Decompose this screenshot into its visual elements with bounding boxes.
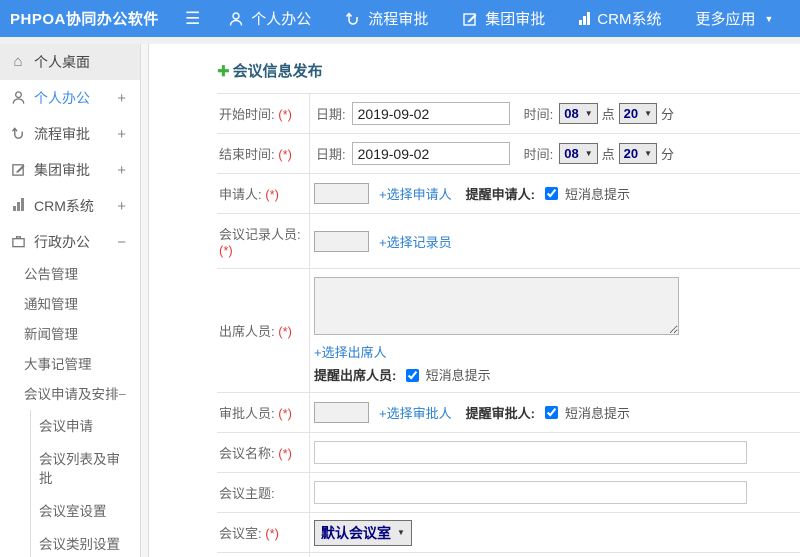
collapse-icon[interactable]: − — [117, 234, 126, 251]
form-row-applicant: 申请人: (*) +选择申请人 提醒申请人: 短消息提示 — [217, 174, 800, 214]
end-date-input[interactable] — [351, 142, 510, 165]
edit-icon — [462, 11, 478, 27]
topnav-label: 个人办公 — [251, 11, 312, 28]
chevron-down-icon: ▼ — [584, 109, 593, 118]
chevron-down-icon: ▼ — [644, 109, 653, 118]
home-icon: ⌂ — [13, 53, 23, 70]
top-nav: 个人办公 流程审批 集团审批 CRM系统 更多应用 ▼ — [228, 8, 773, 29]
topnav-group-approval[interactable]: 集团审批 — [462, 8, 545, 29]
attendees-textarea[interactable] — [314, 277, 679, 335]
required-star: (*) — [278, 446, 292, 461]
required-star: (*) — [265, 526, 279, 541]
topnav-personal-office[interactable]: 个人办公 — [228, 8, 311, 29]
topnav-more-apps[interactable]: 更多应用 ▼ — [695, 8, 773, 29]
applicant-sms-checkbox[interactable] — [544, 187, 558, 200]
expand-icon[interactable]: + — [117, 162, 126, 179]
start-date-input[interactable] — [351, 102, 510, 125]
form-row-recorder: 会议记录人员: (*) +选择记录员 — [217, 214, 800, 269]
applicant-input[interactable] — [314, 183, 369, 204]
form-row-meeting-category: 会议类别: 默认会议类别▼ — [217, 553, 800, 557]
meeting-form: 开始时间: (*) 日期: 时间: 08▼ 点 20▼ 分 结束时间: (*) … — [217, 93, 800, 557]
required-star: (*) — [278, 147, 292, 162]
choose-attendees-link[interactable]: +选择出席人 — [314, 345, 387, 360]
attendees-sms-checkbox[interactable] — [405, 369, 419, 382]
sidebar: ⌂ 个人桌面 个人办公 + 流程审批 + 集团审批 + CRM系统 + 行政办公… — [0, 44, 140, 557]
sidebar-item-events-mgmt[interactable]: 大事记管理 — [0, 350, 140, 380]
expand-icon[interactable]: + — [117, 90, 126, 107]
recorder-input[interactable] — [314, 230, 369, 252]
chevron-down-icon: ▼ — [397, 528, 405, 537]
sidebar-item-announcement-mgmt[interactable]: 公告管理 — [0, 260, 140, 290]
collapse-icon[interactable]: − — [119, 387, 127, 402]
main-content: ✚ 会议信息发布 开始时间: (*) 日期: 时间: 08▼ 点 20▼ 分 结… — [151, 44, 800, 557]
sidebar-item-admin-office[interactable]: 行政办公 − — [0, 224, 140, 260]
sidebar-item-meeting-list-approval[interactable]: 会议列表及审批 — [31, 443, 131, 495]
form-row-meeting-topic: 会议主题: — [217, 473, 800, 513]
topnav-workflow-approval[interactable]: 流程审批 — [345, 8, 428, 29]
sidebar-item-desktop[interactable]: ⌂ 个人桌面 — [0, 44, 140, 80]
app-logo: PHPOA协同办公软件 — [10, 11, 159, 28]
form-row-approver: 审批人员: (*) +选择审批人 提醒审批人: 短消息提示 — [217, 393, 800, 433]
chevron-down-icon: ▼ — [644, 149, 653, 158]
meeting-room-select[interactable]: 默认会议室 ▼ — [314, 519, 412, 546]
menu-icon[interactable]: ☰ — [185, 9, 200, 29]
sidebar-item-group-approval[interactable]: 集团审批 + — [0, 152, 140, 188]
start-hour-select[interactable]: 08 ▼ — [559, 103, 598, 124]
briefcase-icon — [10, 234, 26, 250]
choose-recorder-link[interactable]: +选择记录员 — [379, 232, 452, 251]
sidebar-item-notice-mgmt[interactable]: 通知管理 — [0, 290, 140, 320]
meeting-topic-input[interactable] — [314, 481, 747, 504]
app-window: PHPOA协同办公软件 ☰ 个人办公 流程审批 集团审批 CRM系统 更多应用 … — [0, 0, 800, 557]
required-star: (*) — [265, 187, 279, 202]
approver-input[interactable] — [314, 402, 369, 423]
page-title: ✚ 会议信息发布 — [217, 62, 323, 81]
sidebar-item-meeting-room-settings[interactable]: 会议室设置 — [31, 495, 131, 528]
end-hour-select[interactable]: 08 ▼ — [559, 143, 598, 164]
sidebar-item-meeting-request[interactable]: 会议申请 — [31, 410, 131, 443]
required-star: (*) — [219, 243, 233, 258]
topnav-label: CRM系统 — [597, 11, 662, 28]
sidebar-item-crm[interactable]: CRM系统 + — [0, 188, 140, 224]
chart-icon — [579, 12, 591, 25]
required-star: (*) — [278, 107, 292, 122]
topnav-crm-system[interactable]: CRM系统 — [579, 8, 661, 29]
meeting-name-input[interactable] — [314, 441, 747, 464]
sidebar-item-workflow-approval[interactable]: 流程审批 + — [0, 116, 140, 152]
form-row-start-time: 开始时间: (*) 日期: 时间: 08▼ 点 20▼ 分 — [217, 94, 800, 134]
topnav-label: 更多应用 — [695, 11, 756, 28]
sidebar-subgroup-meeting: 会议申请 会议列表及审批 会议室设置 会议类别设置 — [30, 410, 140, 557]
person-icon — [228, 11, 244, 27]
person-icon — [10, 90, 26, 106]
chart-icon — [10, 198, 26, 214]
sidebar-item-news-mgmt[interactable]: 新闻管理 — [0, 320, 140, 350]
choose-applicant-link[interactable]: +选择申请人 — [379, 184, 452, 203]
start-minute-select[interactable]: 20 ▼ — [618, 103, 658, 124]
expand-icon[interactable]: + — [117, 126, 126, 143]
form-row-meeting-room: 会议室: (*) 默认会议室 ▼ — [217, 513, 800, 553]
form-row-meeting-name: 会议名称: (*) — [217, 433, 800, 473]
top-bar: PHPOA协同办公软件 ☰ 个人办公 流程审批 集团审批 CRM系统 更多应用 … — [0, 0, 800, 37]
expand-icon[interactable]: + — [117, 198, 126, 215]
sidebar-item-meeting-request-group[interactable]: 会议申请及安排− — [0, 380, 140, 410]
flow-icon — [10, 126, 26, 142]
choose-approver-link[interactable]: +选择审批人 — [379, 403, 452, 422]
end-minute-select[interactable]: 20 ▼ — [618, 143, 658, 164]
edit-icon — [10, 162, 26, 178]
form-row-attendees: 出席人员: (*) +选择出席人 提醒出席人员: 短消息提示 — [217, 269, 800, 393]
topnav-label: 集团审批 — [485, 11, 546, 28]
sidebar-item-meeting-category-settings[interactable]: 会议类别设置 — [31, 528, 131, 557]
required-star: (*) — [278, 406, 292, 421]
chevron-down-icon: ▼ — [584, 149, 593, 158]
approver-sms-checkbox[interactable] — [544, 406, 558, 419]
content-top-strip — [0, 37, 800, 44]
flow-icon — [345, 11, 361, 27]
sidebar-scrollbar[interactable] — [140, 44, 149, 557]
form-row-end-time: 结束时间: (*) 日期: 时间: 08▼ 点 20▼ 分 — [217, 134, 800, 174]
plus-icon: ✚ — [217, 62, 230, 80]
topnav-label: 流程审批 — [368, 11, 429, 28]
sidebar-item-personal-office[interactable]: 个人办公 + — [0, 80, 140, 116]
chevron-down-icon: ▼ — [764, 13, 774, 24]
required-star: (*) — [278, 324, 292, 339]
